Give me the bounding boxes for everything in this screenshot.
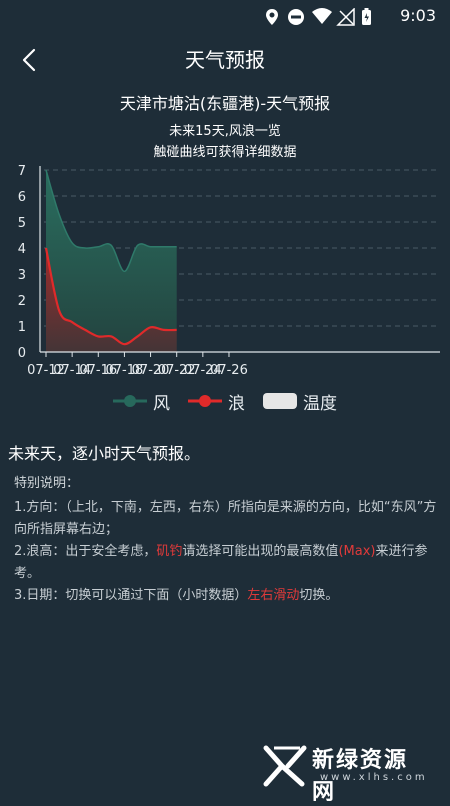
status-time: 9:03 <box>400 6 436 25</box>
x-tick-label: 07-26 <box>210 363 248 378</box>
note-date-text-a: 3.日期：切换可以通过下面（小时数据） <box>14 588 248 603</box>
y-tick-label: 7 <box>18 164 26 179</box>
note-wave-text-a: 2.浪高：出于安全考虑， <box>14 544 157 559</box>
page-title: 天气预报 <box>185 48 265 72</box>
legend-temperature-marker <box>263 393 297 409</box>
note-direction: 1.方向：（上北，下南，左西，右东）所指向是来源的方向，比如“东风”方向所指屏幕… <box>14 500 437 537</box>
note-wave-highlight-max: (Max) <box>338 544 376 559</box>
note-date: 3.日期：切换可以通过下面（小时数据）左右滑动切换。 <box>14 585 442 607</box>
legend-label-wave: 浪 <box>228 393 245 414</box>
y-tick-label: 3 <box>18 268 26 283</box>
notes-title: 特别说明： <box>14 476 80 491</box>
legend-item-wind[interactable]: 风 <box>113 389 170 414</box>
forecast-chart[interactable]: 0123456707-1207-1407-1607-1807-2007-2207… <box>0 160 450 420</box>
y-tick-label: 4 <box>18 242 26 257</box>
note-wave-height: 2.浪高：出于安全考虑，矶钓请选择可能出现的最高数值(Max)来进行参考。 <box>14 541 442 585</box>
wifi-icon <box>312 8 332 24</box>
chart-legend: 风 浪 温度 <box>0 386 450 416</box>
status-icons <box>266 8 371 26</box>
legend-item-temperature[interactable]: 温度 <box>263 389 337 414</box>
watermark-logo-icon <box>263 745 307 787</box>
watermark-url: www.xlhs.com <box>320 772 428 783</box>
legend-wave-marker <box>188 395 222 407</box>
signal-icon <box>336 8 355 26</box>
y-tick-label: 2 <box>18 294 26 309</box>
note-wave-highlight-fishing: 矶钓 <box>156 544 183 559</box>
battery-icon <box>362 8 371 25</box>
forecast-notes: 未来天，逐小时天气预报。 特别说明： 1.方向：（上北，下南，左西，右东）所指向… <box>8 440 442 607</box>
chart-subtitle: 未来15天,风浪一览 <box>169 124 281 139</box>
legend-item-wave[interactable]: 浪 <box>188 389 245 414</box>
note-wave-text-b: 请选择可能出现的最高数值 <box>182 544 339 559</box>
status-bar: 9:03 <box>0 0 450 32</box>
legend-wind-marker <box>113 395 147 407</box>
intro-text: 未来天，逐小时天气预报。 <box>8 444 201 463</box>
y-tick-label: 0 <box>18 346 26 361</box>
do-not-disturb-icon <box>288 9 304 25</box>
legend-label-temperature: 温度 <box>303 393 337 414</box>
location-icon <box>266 9 278 25</box>
y-tick-label: 1 <box>18 320 26 335</box>
watermark: 新绿资源网 www.xlhs.com <box>260 740 430 805</box>
chart-title: 天津市塘沽(东疆港)-天气预报 <box>119 94 331 113</box>
app-bar: 天气预报 <box>0 36 450 82</box>
note-date-text-b: 切换。 <box>299 588 339 603</box>
y-tick-label: 6 <box>18 190 26 205</box>
note-date-highlight: 左右滑动 <box>247 588 300 603</box>
legend-label-wind: 风 <box>153 393 170 414</box>
y-tick-label: 5 <box>18 216 26 231</box>
chart-hint: 触碰曲线可获得详细数据 <box>153 145 297 160</box>
